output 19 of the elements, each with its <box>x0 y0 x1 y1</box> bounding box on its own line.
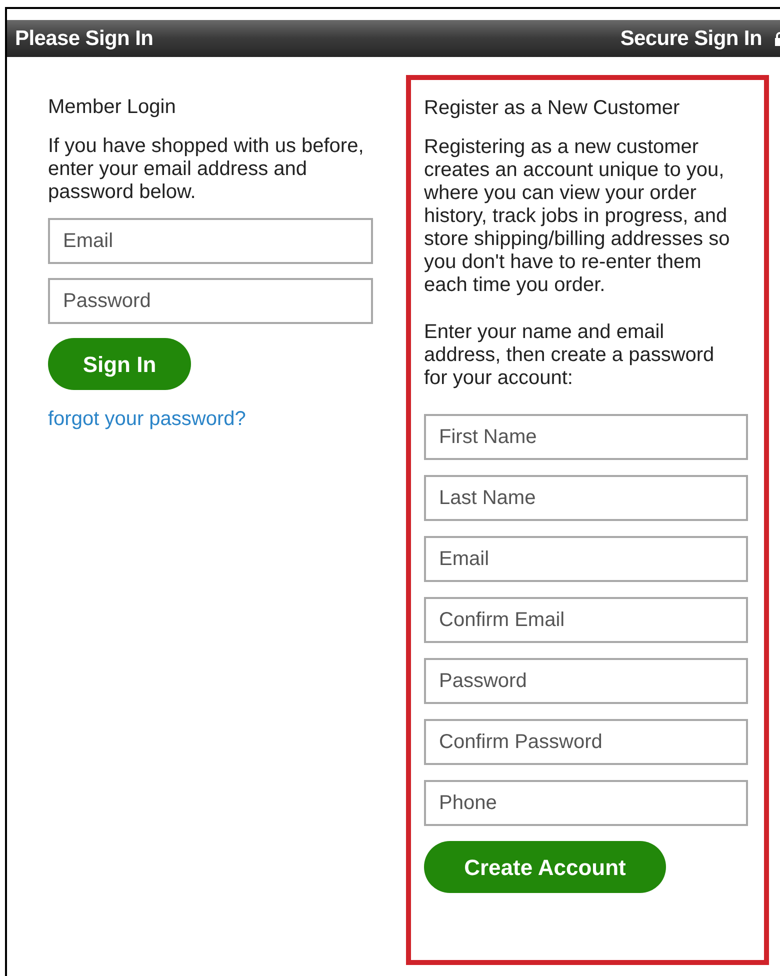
header-title: Please Sign In <box>15 26 154 52</box>
input-field[interactable]: First Name <box>424 414 748 460</box>
info-paragraph: Registering as a new customer creates an account unique to you, where you can view your order history, track jobs in progress, and store shipping/billing addresses so you don't have to re-enter them each time you order. <box>424 136 731 297</box>
input-field[interactable]: Confirm Email <box>424 597 748 643</box>
section-heading: Register as a New Customer <box>424 96 681 120</box>
input-field[interactable]: Password <box>48 278 373 324</box>
secure-label: Secure Sign In <box>620 26 762 52</box>
input-field[interactable]: Confirm Password <box>424 719 748 765</box>
input-field[interactable]: Email <box>48 218 373 264</box>
input-field[interactable]: Password <box>424 658 748 704</box>
section-heading: Member Login <box>48 95 177 119</box>
input-field[interactable]: Last Name <box>424 475 748 521</box>
input-field[interactable]: Phone <box>424 780 748 826</box>
forgot-password-link[interactable]: forgot your password? <box>48 404 246 434</box>
create-account-button[interactable]: Create Account <box>424 841 666 893</box>
info-paragraph: Enter your name and email address, then create a password for your account: <box>424 321 716 390</box>
intro-text: If you have shopped with us before, enter your email address and password below. <box>48 135 365 204</box>
input-field[interactable]: Email <box>424 536 748 582</box>
sign-in-button[interactable]: Sign In <box>48 338 191 390</box>
